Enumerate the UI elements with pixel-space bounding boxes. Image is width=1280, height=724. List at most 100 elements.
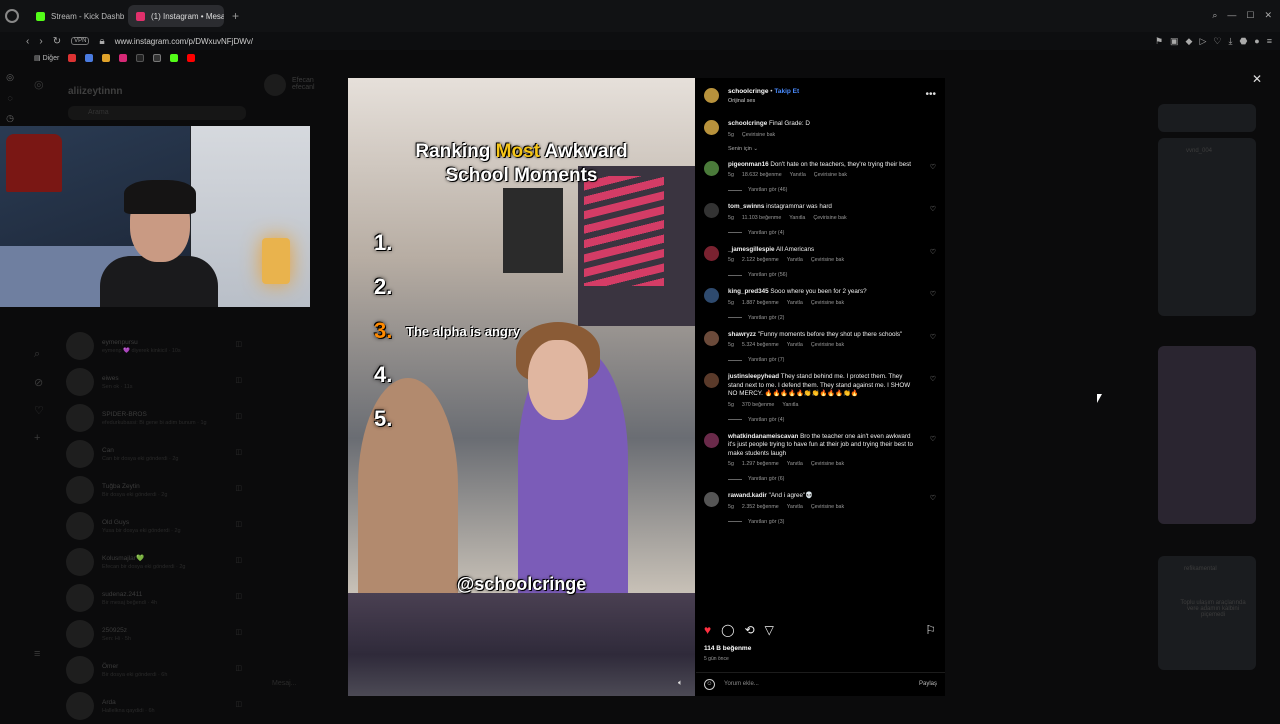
commenter-avatar[interactable] [704, 245, 719, 261]
dm-item[interactable]: Can Can bir dosya eki gönderdi · 2g ◫ [66, 436, 256, 472]
dm-item[interactable]: eymenpursu eymenp 💜 diyerek kinkicil · 10… [66, 328, 256, 364]
instagram-sidebar-icon[interactable]: ◎ [6, 72, 14, 83]
save-bookmark-icon[interactable]: ⚐ [925, 623, 936, 639]
emoji-icon[interactable]: ☺ [704, 679, 715, 690]
dm-item[interactable]: Tuğba Zeytin Bir dosya eki gönderdi · 2g ◫ [66, 472, 256, 508]
view-replies[interactable]: Yanıtları gör (6) [728, 476, 940, 482]
play-icon[interactable]: ▷ [1199, 36, 1206, 47]
bookmark-icon[interactable] [102, 54, 111, 62]
x-bookmark-icon[interactable] [153, 54, 162, 62]
translate-button[interactable]: Çevirisine bak [811, 300, 844, 306]
comment-like-heart-icon[interactable]: ♡ [930, 375, 936, 383]
comment-like-heart-icon[interactable]: ♡ [930, 205, 936, 213]
opera-logo-icon[interactable] [5, 9, 19, 23]
shield-icon[interactable]: ◆ [1186, 36, 1193, 47]
dm-item[interactable]: Old Guys Yusa bir dosya eki gönderdi · 2g… [66, 508, 256, 544]
dm-search-input[interactable]: Arama [68, 106, 246, 120]
author-avatar[interactable] [704, 120, 719, 135]
camera-icon[interactable]: ◫ [235, 376, 242, 384]
translate-button[interactable]: Çevirisine bak [811, 342, 844, 348]
follow-button[interactable]: Takip Et [774, 88, 799, 95]
view-replies[interactable]: Yanıtları gör (7) [728, 357, 940, 363]
comment-like-heart-icon[interactable]: ♡ [930, 494, 936, 502]
minimize-icon[interactable]: — [1227, 10, 1236, 21]
new-tab-button[interactable]: + [232, 9, 239, 23]
media-thumb[interactable] [1158, 138, 1256, 316]
snapshot-icon[interactable]: ▣ [1170, 36, 1179, 47]
more-icon[interactable]: ≡ [34, 648, 40, 660]
maximize-icon[interactable]: ☐ [1246, 10, 1254, 21]
more-options-icon[interactable]: ••• [925, 89, 936, 100]
download-icon[interactable]: ⤓ [1228, 36, 1232, 47]
instagram-logo-icon[interactable]: ◎ [34, 78, 44, 91]
reload-icon[interactable]: ↻ [53, 36, 61, 47]
commenter-avatar[interactable] [704, 373, 719, 388]
comment-icon[interactable]: ◯ [721, 623, 734, 639]
comment-likes[interactable]: 5.324 beğenme [742, 342, 779, 348]
dm-item[interactable]: sudenaz.2411 Bir mesaj beğendi · 4h ◫ [66, 580, 256, 616]
comment-likes[interactable]: 2.352 beğenme [742, 504, 779, 510]
close-modal-icon[interactable]: ✕ [1252, 72, 1262, 86]
reel-video[interactable]: Ranking Most Awkward School Moments 1. 2… [348, 78, 695, 696]
search-tabs-icon[interactable]: ⌕ [1212, 10, 1217, 21]
comment-likes[interactable]: 1.887 beğenme [742, 300, 779, 306]
dm-item[interactable]: Ömer Bir dosya eki gönderdi · 6h ◫ [66, 652, 256, 688]
notifications-icon[interactable]: ♡ [34, 404, 44, 417]
caption-translate[interactable]: Çevirisine bak [742, 132, 775, 138]
message-input[interactable]: Mesaj... [272, 680, 297, 687]
bookmark-folder[interactable]: ▤ Diğer [34, 54, 59, 62]
author-avatar[interactable] [704, 88, 719, 103]
translate-button[interactable]: Çevirisine bak [811, 504, 844, 510]
original-audio[interactable]: Orijinal ses [728, 98, 755, 104]
view-replies[interactable]: Yanıtları gör (56) [728, 272, 940, 278]
commenter-avatar[interactable] [704, 492, 719, 507]
search-icon[interactable]: ⌕ [34, 348, 40, 361]
heart-icon[interactable]: ♡ [1213, 36, 1221, 47]
comment-like-heart-icon[interactable]: ♡ [930, 333, 936, 341]
like-count[interactable]: 114 B beğenme [704, 645, 751, 652]
like-heart-icon[interactable]: ♥ [704, 623, 711, 639]
post-comment-button[interactable]: Paylaş [919, 681, 937, 687]
dm-item[interactable]: 250925z Sen: Hi · 5h ◫ [66, 616, 256, 652]
comment-input[interactable]: Yorum ekle... [724, 681, 759, 687]
for-you-dropdown[interactable]: Senin için ⌄ [728, 146, 940, 152]
camera-icon[interactable]: ◫ [235, 664, 242, 672]
translate-button[interactable]: Çevirisine bak [811, 461, 844, 467]
dm-username[interactable]: aliizeytinnn [68, 86, 122, 97]
camera-icon[interactable]: ◫ [235, 448, 242, 456]
camera-icon[interactable]: ◫ [235, 700, 242, 708]
caption-user[interactable]: schoolcringe [728, 120, 767, 127]
view-replies[interactable]: Yanıtları gör (4) [728, 417, 940, 423]
reply-button[interactable]: Yanıtla [787, 300, 803, 306]
commenter-username[interactable]: tom_swinns [728, 203, 764, 210]
comment-likes[interactable]: 18.632 beğenme [742, 172, 782, 178]
camera-icon[interactable]: ◫ [235, 628, 242, 636]
comment-like-heart-icon[interactable]: ♡ [930, 435, 936, 443]
bookmark-icon[interactable]: ⚑ [1155, 36, 1163, 47]
youtube-bookmark-icon[interactable] [187, 54, 196, 62]
camera-icon[interactable]: ◫ [235, 412, 242, 420]
explore-icon[interactable]: ⊘ [34, 376, 43, 389]
commenter-username[interactable]: rawand.kadir [728, 492, 767, 499]
comment-like-heart-icon[interactable]: ♡ [930, 248, 936, 256]
commenter-avatar[interactable] [704, 160, 719, 176]
reply-button[interactable]: Yanıtla [782, 402, 798, 408]
commenter-username[interactable]: shawryzz [728, 331, 756, 338]
drive-bookmark-icon[interactable] [85, 54, 94, 62]
reply-button[interactable]: Yanıtla [790, 172, 806, 178]
view-replies[interactable]: Yanıtları gör (3) [728, 519, 940, 525]
reply-button[interactable]: Yanıtla [787, 342, 803, 348]
commenter-username[interactable]: _jamesgillespie [728, 246, 775, 253]
commenter-username[interactable]: justinsleepyhead [728, 373, 779, 380]
view-replies[interactable]: Yanıtları gör (4) [728, 230, 940, 236]
translate-button[interactable]: Çevirisine bak [813, 215, 846, 221]
dm-item[interactable]: Arda Hallelkna qaydidi · 6h ◫ [66, 688, 256, 724]
camera-icon[interactable]: ◫ [235, 484, 242, 492]
commenter-username[interactable]: pigeonman16 [728, 161, 769, 168]
dm-item[interactable]: SPIDER-BROS efedurkubassi: Bi gene bi adi… [66, 400, 256, 436]
comment-likes[interactable]: 370 beğenme [742, 402, 774, 408]
tab-instagram[interactable]: (1) Instagram • Mesaj [128, 5, 224, 27]
media-thumb[interactable] [1158, 104, 1256, 132]
camera-icon[interactable]: ◫ [235, 520, 242, 528]
commenter-avatar[interactable] [704, 288, 719, 303]
